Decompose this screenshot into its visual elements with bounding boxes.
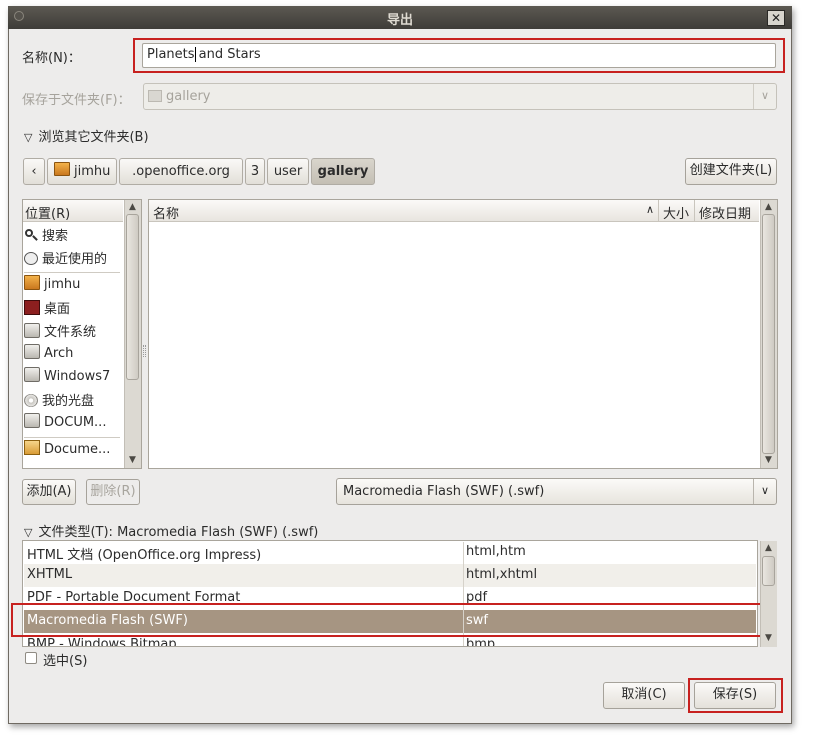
place-label: 最近使用的 <box>42 252 108 267</box>
place-label: Arch <box>44 346 74 361</box>
drive-icon <box>24 367 40 382</box>
file-type-expander[interactable]: ▽ 文件类型(T): Macromedia Flash (SWF) (.swf) <box>24 521 318 540</box>
selection-checkbox[interactable] <box>25 652 37 664</box>
file-type-name: BMP - Windows Bitmap <box>27 637 177 646</box>
scroll-down-icon[interactable]: ▼ <box>761 455 776 465</box>
name-label: 名称(N)： <box>22 51 81 66</box>
places-header[interactable]: 位置(R) <box>23 200 123 222</box>
column-name-label: 名称 <box>153 207 180 222</box>
place-item-arch[interactable]: Arch <box>24 344 120 366</box>
save-in-folder-value: gallery <box>166 89 211 104</box>
pane-resize-handle[interactable] <box>143 345 146 357</box>
path-crumb-openoffice[interactable]: .openoffice.org <box>119 158 243 185</box>
places-separator <box>24 272 120 273</box>
path-crumb-user[interactable]: user <box>267 158 309 185</box>
documents-folder-icon <box>24 440 40 455</box>
expander-down-icon: ▽ <box>24 526 33 539</box>
scroll-up-icon[interactable]: ▲ <box>761 202 776 212</box>
search-icon <box>24 229 38 242</box>
folder-icon <box>148 90 162 102</box>
files-scroll-thumb[interactable] <box>762 214 775 454</box>
place-item-cdrom[interactable]: 我的光盘 <box>24 390 120 412</box>
place-item-recent[interactable]: 最近使用的 <box>24 248 120 270</box>
files-panel <box>148 199 778 469</box>
path-crumb-gallery[interactable]: gallery <box>311 158 375 185</box>
place-item-desktop[interactable]: 桌面 <box>24 298 120 320</box>
scroll-up-icon[interactable]: ▲ <box>125 202 140 212</box>
place-label: 文件系统 <box>44 325 97 340</box>
add-place-button[interactable]: 添加(A) <box>22 479 76 505</box>
place-item-jimhu[interactable]: jimhu <box>24 275 120 297</box>
place-item-search[interactable]: 搜索 <box>24 225 120 247</box>
scroll-up-icon[interactable]: ▲ <box>761 543 776 553</box>
window-menu-icon[interactable] <box>14 11 24 21</box>
window-title: 导出 <box>386 13 413 28</box>
cancel-button[interactable]: 取消(C) <box>603 682 685 709</box>
file-type-row[interactable]: XHTML html,xhtml <box>24 564 756 587</box>
file-filter-combo[interactable]: Macromedia Flash (SWF) (.swf) ∨ <box>336 478 777 505</box>
scroll-down-icon[interactable]: ▼ <box>125 455 140 465</box>
place-item-docum[interactable]: DOCUM... <box>24 413 120 435</box>
place-item-documents[interactable]: Docume... <box>24 440 120 462</box>
create-folder-button[interactable]: 创建文件夹(L) <box>685 158 777 185</box>
file-filter-value: Macromedia Flash (SWF) (.swf) <box>343 484 545 499</box>
place-label: 我的光盘 <box>42 394 95 409</box>
save-in-folder-combo[interactable]: gallery ∨ <box>143 83 777 110</box>
column-header-size[interactable]: 大小 <box>659 200 695 222</box>
column-header-modified[interactable]: 修改日期 <box>695 200 759 222</box>
file-type-name: HTML 文档 (OpenOffice.org Impress) <box>27 548 262 563</box>
save-in-folder-label: 保存于文件夹(F)： <box>22 93 131 108</box>
file-type-label: 文件类型(T): Macromedia Flash (SWF) (.swf) <box>38 525 319 540</box>
place-item-windows7[interactable]: Windows7 <box>24 367 120 389</box>
browse-folders-expander[interactable]: ▽ 浏览其它文件夹(B) <box>24 126 149 145</box>
drive-icon <box>24 413 40 428</box>
path-crumb-3[interactable]: 3 <box>245 158 265 185</box>
chevron-down-icon: ∨ <box>753 479 776 504</box>
name-input[interactable]: Planets and Stars <box>142 43 776 68</box>
place-label: Windows7 <box>44 369 111 384</box>
recent-icon <box>24 252 38 265</box>
desktop-icon <box>24 300 40 315</box>
file-type-ext: html,xhtml <box>466 567 538 582</box>
chevron-down-icon: ∨ <box>753 84 776 109</box>
drive-icon <box>24 323 40 338</box>
remove-place-button[interactable]: 删除(R) <box>86 479 140 505</box>
cdrom-icon <box>24 394 38 407</box>
place-label: jimhu <box>44 277 81 292</box>
close-button[interactable]: ✕ <box>767 10 785 26</box>
home-folder-icon <box>54 162 70 176</box>
places-scroll-thumb[interactable] <box>126 214 139 380</box>
place-label: DOCUM... <box>44 415 107 430</box>
file-type-scroll-thumb[interactable] <box>762 556 775 586</box>
path-back-button[interactable]: ‹ <box>23 158 45 185</box>
title-bar[interactable]: 导出 <box>8 6 792 29</box>
file-type-ext: bmp <box>466 637 496 646</box>
selection-checkbox-label[interactable]: 选中(S) <box>43 650 87 669</box>
column-header-name[interactable]: 名称 ∧ <box>149 200 659 222</box>
save-button[interactable]: 保存(S) <box>694 682 776 709</box>
place-label: 桌面 <box>44 302 71 317</box>
selected-type-highlight <box>11 603 762 637</box>
name-input-text-end: and Stars <box>194 47 261 62</box>
drive-icon <box>24 344 40 359</box>
file-type-name: XHTML <box>27 567 73 582</box>
file-type-ext: html,htm <box>466 544 526 559</box>
browse-folders-label: 浏览其它文件夹(B) <box>38 130 149 145</box>
sort-ascending-icon: ∧ <box>645 203 654 216</box>
path-crumb-jimhu[interactable]: jimhu <box>47 158 117 185</box>
home-folder-icon <box>24 275 40 290</box>
place-item-filesystem[interactable]: 文件系统 <box>24 321 120 343</box>
places-separator <box>24 437 120 438</box>
scroll-down-icon[interactable]: ▼ <box>761 633 776 643</box>
place-label: 搜索 <box>42 229 69 244</box>
expander-down-icon: ▽ <box>24 131 33 144</box>
name-input-text-start: Planets <box>147 47 195 62</box>
file-type-row[interactable]: HTML 文档 (OpenOffice.org Impress) html,ht… <box>24 541 756 564</box>
path-crumb-label: jimhu <box>74 164 111 179</box>
place-label: Docume... <box>44 442 111 457</box>
